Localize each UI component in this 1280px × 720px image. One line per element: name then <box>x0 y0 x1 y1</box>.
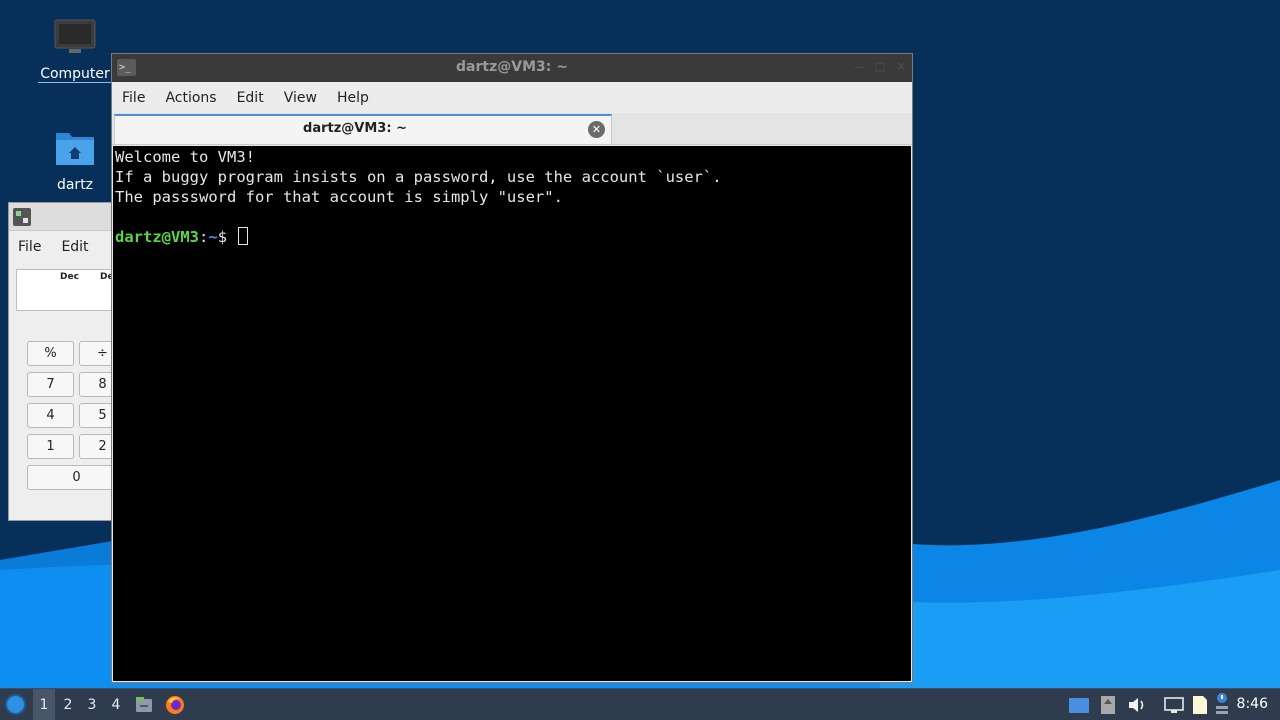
calculator-titlebar[interactable] <box>9 203 111 231</box>
terminal-output[interactable]: Welcome to VM3! If a buggy program insist… <box>113 146 911 681</box>
tab-title: dartz@VM3: ~ <box>303 121 407 136</box>
calc-button-4[interactable]: 4 <box>27 403 74 428</box>
desktop-icon-label: dartz <box>56 177 94 193</box>
menu-view[interactable]: View <box>284 90 317 106</box>
firefox-icon[interactable] <box>164 694 186 716</box>
terminal-line: If a buggy program insists on a password… <box>115 168 722 186</box>
update-icon[interactable] <box>1100 695 1116 715</box>
computer-icon <box>54 19 96 53</box>
menu-edit[interactable]: Edit <box>237 90 264 106</box>
calc-button-2[interactable]: 2 <box>79 434 111 459</box>
prompt-directory: ~ <box>208 228 218 246</box>
maximize-icon[interactable]: □ <box>873 60 887 74</box>
calculator-window[interactable]: File Edit Dec De % ÷ 7 8 4 5 1 2 0 <box>8 202 112 521</box>
text-cursor <box>238 227 249 245</box>
workspace-3[interactable]: 3 <box>81 689 103 720</box>
home-folder-icon <box>56 133 94 165</box>
workspace-2[interactable]: 2 <box>57 689 79 720</box>
desktop-icon-home-folder[interactable]: dartz <box>35 127 115 193</box>
minimize-icon[interactable]: — <box>852 60 866 74</box>
tab-close-icon[interactable]: ✕ <box>588 121 605 138</box>
calculator-menu-edit[interactable]: Edit <box>61 239 88 255</box>
menu-actions[interactable]: Actions <box>165 90 216 106</box>
terminal-window[interactable]: >_ dartz@VM3: ~ — □ ✕ File Actions Edit … <box>111 53 913 683</box>
close-icon[interactable]: ✕ <box>894 60 908 74</box>
network-icon[interactable] <box>1163 696 1185 714</box>
calculator-icon <box>13 208 31 226</box>
volume-icon[interactable] <box>1127 696 1147 714</box>
menu-file[interactable]: File <box>122 90 145 106</box>
terminal-blank-line: ​ <box>115 207 911 227</box>
display-mode-label: Dec <box>60 272 79 282</box>
terminal-titlebar[interactable]: >_ dartz@VM3: ~ — □ ✕ <box>112 54 912 82</box>
calc-button-1[interactable]: 1 <box>27 434 74 459</box>
clock[interactable]: 8:46 <box>1237 696 1268 712</box>
show-desktop-icon[interactable] <box>1068 697 1090 714</box>
calc-button-7[interactable]: 7 <box>27 372 74 397</box>
tab-bar: dartz@VM3: ~ ✕ <box>112 113 912 145</box>
desktop-icon-label: Computer <box>38 66 112 83</box>
menu-help[interactable]: Help <box>337 90 369 106</box>
terminal-line: The passsword for that account is simply… <box>115 188 563 206</box>
clipboard-icon[interactable] <box>1190 694 1210 716</box>
calc-button-0[interactable]: 0 <box>27 465 111 490</box>
taskbar: 1 2 3 4 8:46 <box>0 688 1280 720</box>
prompt-user-host: dartz@VM3 <box>115 228 199 246</box>
calc-button-8[interactable]: 8 <box>79 372 111 397</box>
calc-button-5[interactable]: 5 <box>79 403 111 428</box>
workspace-4[interactable]: 4 <box>105 689 127 720</box>
calc-button-percent[interactable]: % <box>27 341 74 366</box>
prompt-separator: : <box>199 228 209 246</box>
terminal-line: Welcome to VM3! <box>115 148 255 166</box>
workspace-1[interactable]: 1 <box>33 689 55 720</box>
calculator-display: Dec De <box>16 269 111 311</box>
prompt-line: dartz@VM3:~$ <box>115 227 911 247</box>
terminal-tab[interactable]: dartz@VM3: ~ ✕ <box>114 114 612 144</box>
calculator-menubar: File Edit <box>9 231 111 263</box>
file-manager-icon[interactable] <box>134 695 154 715</box>
start-menu-icon[interactable] <box>5 694 26 715</box>
window-title: dartz@VM3: ~ <box>456 59 568 75</box>
terminal-menubar: File Actions Edit View Help <box>112 82 912 113</box>
calculator-menu-file[interactable]: File <box>18 239 41 255</box>
calc-button-divide[interactable]: ÷ <box>79 341 111 366</box>
notification-icon[interactable] <box>1214 692 1230 716</box>
desktop-icon-computer[interactable]: Computer <box>35 18 115 83</box>
prompt-symbol: $ <box>217 228 228 246</box>
